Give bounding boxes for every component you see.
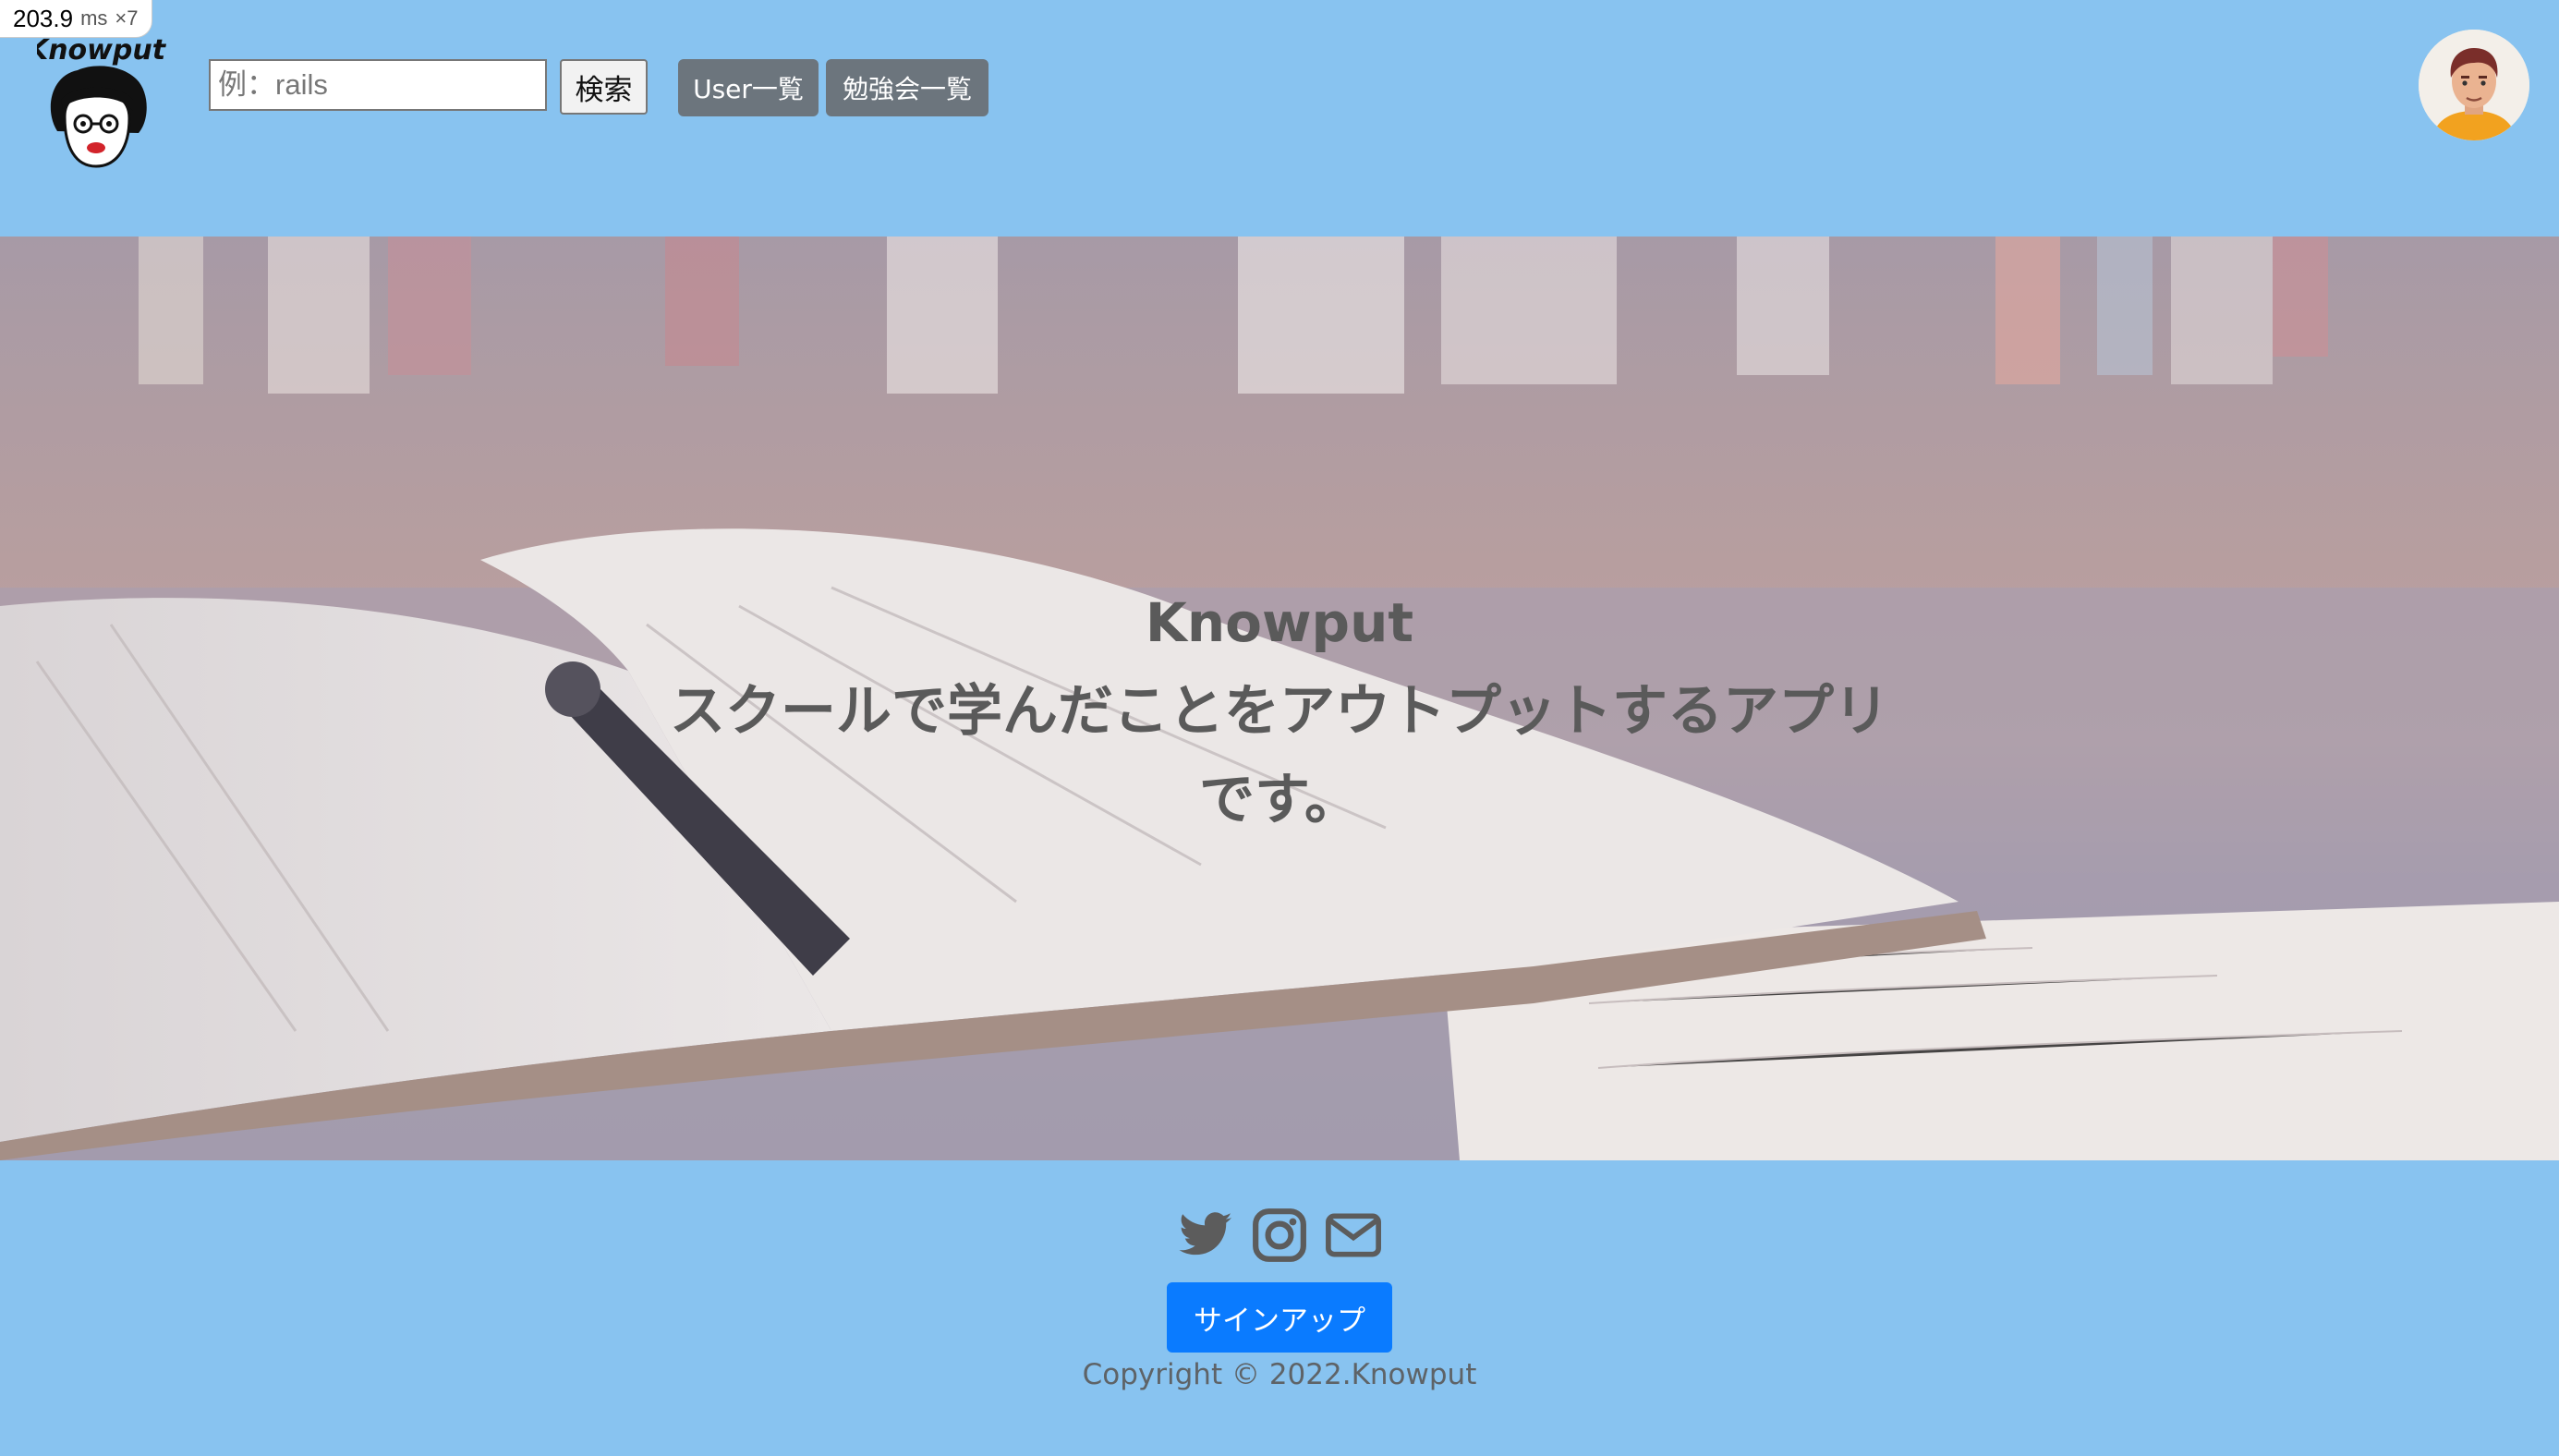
site-header: Knowput 検索 User一覧 勉強会一覧	[0, 0, 2559, 237]
user-avatar[interactable]	[2419, 30, 2529, 140]
twitter-icon[interactable]	[1177, 1207, 1234, 1264]
nav-users-button[interactable]: User一覧	[678, 59, 819, 116]
site-footer: サインアップ Copyright © 2022.Knowput	[0, 1160, 2559, 1456]
perf-value: 203.9	[13, 4, 74, 32]
perf-unit: ms	[80, 6, 108, 30]
search-button[interactable]: 検索	[560, 59, 648, 115]
copyright-text: Copyright © 2022.Knowput	[1082, 1358, 1477, 1391]
hero-section: Knowput スクールで学んだことをアウトプットするアプリです。	[0, 237, 2559, 1160]
nav-study-sessions-button[interactable]: 勉強会一覧	[826, 59, 988, 116]
instagram-icon[interactable]	[1251, 1207, 1308, 1264]
hero-text: Knowput スクールで学んだことをアウトプットするアプリです。	[0, 578, 2559, 844]
logo-wordmark: Knowput	[37, 34, 166, 67]
knowput-logo[interactable]: Knowput	[27, 28, 167, 176]
hero-subtitle: スクールで学んだことをアウトプットするアプリです。	[670, 679, 1889, 832]
signup-button[interactable]: サインアップ	[1167, 1282, 1392, 1353]
hero-title: Knowput	[1145, 591, 1414, 654]
perf-overlay: 203.9 ms ×7	[0, 0, 152, 38]
search-input[interactable]	[209, 59, 547, 111]
social-links	[0, 1207, 2559, 1264]
mail-icon[interactable]	[1325, 1207, 1382, 1264]
perf-multiplier: ×7	[115, 6, 139, 30]
